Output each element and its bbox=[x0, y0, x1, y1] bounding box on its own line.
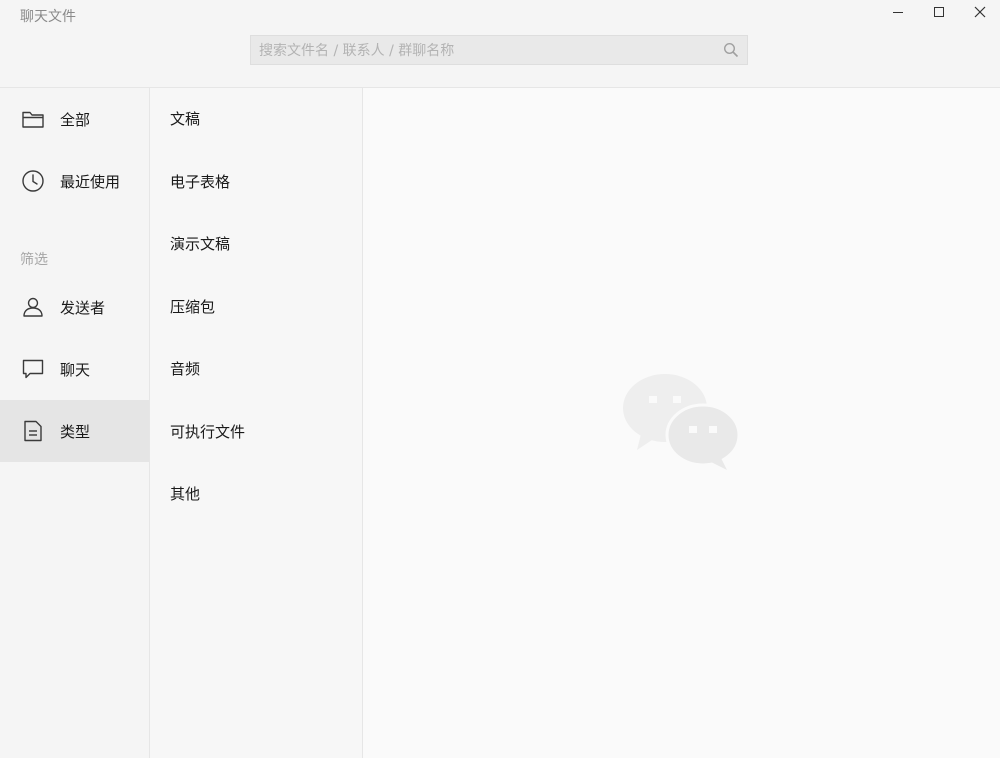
sidebar-item-chat[interactable]: 聊天 bbox=[0, 338, 149, 400]
folder-icon bbox=[22, 111, 44, 128]
clock-icon bbox=[22, 170, 44, 192]
document-icon bbox=[24, 420, 42, 442]
title-bar: 聊天文件 bbox=[0, 0, 1000, 88]
maximize-icon bbox=[933, 7, 944, 17]
type-list: 文稿 电子表格 演示文稿 压缩包 音频 可执行文件 其他 bbox=[150, 88, 363, 758]
minimize-icon bbox=[892, 12, 903, 13]
sidebar-item-label: 全部 bbox=[60, 110, 91, 129]
sidebar-item-recent[interactable]: 最近使用 bbox=[0, 150, 149, 212]
type-item-spreadsheets[interactable]: 电子表格 bbox=[170, 172, 230, 192]
filter-section-label: 筛选 bbox=[20, 252, 48, 268]
type-item-other[interactable]: 其他 bbox=[170, 484, 200, 504]
maximize-button[interactable] bbox=[918, 0, 959, 24]
window-controls bbox=[877, 0, 1000, 24]
search-input[interactable] bbox=[257, 36, 711, 66]
sidebar-item-label: 最近使用 bbox=[60, 172, 121, 191]
sidebar-item-type[interactable]: 类型 bbox=[0, 400, 149, 462]
sidebar-item-label: 发送者 bbox=[60, 298, 106, 317]
file-content-area bbox=[363, 88, 1000, 758]
search-icon[interactable] bbox=[723, 42, 739, 58]
wechat-logo-icon bbox=[623, 374, 741, 470]
user-icon bbox=[23, 297, 43, 317]
minimize-button[interactable] bbox=[877, 0, 918, 24]
type-item-presentations[interactable]: 演示文稿 bbox=[170, 234, 230, 254]
sidebar-item-label: 类型 bbox=[60, 422, 91, 441]
type-item-audio[interactable]: 音频 bbox=[170, 359, 200, 379]
sidebar-item-all[interactable]: 全部 bbox=[0, 88, 149, 150]
search-box[interactable] bbox=[250, 35, 748, 66]
type-item-executables[interactable]: 可执行文件 bbox=[170, 422, 245, 442]
type-item-archives[interactable]: 压缩包 bbox=[170, 297, 215, 317]
sidebar: 全部 最近使用 筛选 发送者 聊天 类型 bbox=[0, 88, 150, 758]
sidebar-item-sender[interactable]: 发送者 bbox=[0, 276, 149, 338]
close-button[interactable] bbox=[959, 0, 1000, 24]
chat-bubble-icon bbox=[22, 359, 44, 379]
close-icon bbox=[974, 6, 985, 18]
window-title: 聊天文件 bbox=[20, 9, 76, 25]
type-item-documents[interactable]: 文稿 bbox=[170, 109, 200, 129]
sidebar-item-label: 聊天 bbox=[60, 360, 91, 379]
